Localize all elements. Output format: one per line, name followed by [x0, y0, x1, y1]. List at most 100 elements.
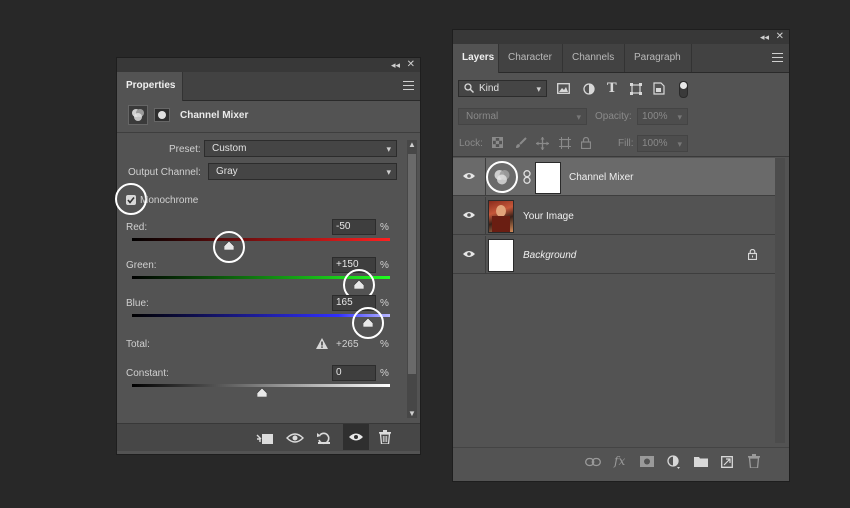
- tab-channels[interactable]: Channels: [563, 44, 625, 72]
- fill-field[interactable]: 100% ▾: [637, 135, 688, 152]
- total-percent: %: [380, 339, 389, 350]
- lock-brush-icon[interactable]: [515, 137, 527, 149]
- trash-icon[interactable]: [379, 430, 391, 444]
- blend-mode-value: Normal: [466, 111, 499, 122]
- constant-percent: %: [380, 368, 389, 379]
- blue-thumb-highlight-circle: [352, 307, 384, 339]
- properties-panel: ◂◂ ✕ Properties Channel Mixer Preset: Cu…: [115, 57, 421, 455]
- eye-icon[interactable]: [463, 211, 475, 219]
- lock-artboard-icon[interactable]: [559, 137, 571, 149]
- shape-filter-icon[interactable]: [630, 83, 642, 95]
- layers-list: Channel Mixer Your Image Background: [453, 158, 775, 458]
- red-label: Red:: [126, 222, 148, 233]
- your-image-thumbnail[interactable]: [488, 200, 514, 233]
- type-filter-icon[interactable]: T: [607, 81, 617, 96]
- opacity-field[interactable]: 100% ▾: [637, 108, 688, 125]
- output-channel-label: Output Channel:: [128, 167, 201, 178]
- eye-icon[interactable]: [349, 432, 363, 442]
- preset-label: Preset:: [169, 144, 201, 155]
- adjustment-filter-icon[interactable]: [583, 83, 595, 95]
- collapse-icon[interactable]: ◂◂: [391, 59, 400, 71]
- opacity-value: 100%: [642, 111, 668, 122]
- lock-all-icon[interactable]: [581, 137, 591, 149]
- constant-slider-track[interactable]: [132, 384, 390, 387]
- view-previous-state-icon[interactable]: [286, 431, 304, 445]
- search-icon: [464, 83, 474, 93]
- layer-row-channel-mixer[interactable]: Channel Mixer: [453, 158, 775, 196]
- header-divider: [117, 132, 420, 133]
- red-value-field[interactable]: -50: [332, 219, 376, 235]
- new-group-icon[interactable]: [694, 456, 708, 467]
- close-icon[interactable]: ✕: [407, 59, 415, 71]
- output-channel-value: Gray: [216, 166, 238, 177]
- scroll-down-arrow[interactable]: ▼: [408, 409, 416, 418]
- monochrome-label: Monochrome: [140, 195, 199, 206]
- layers-panel: ◂◂ ✕ Layers Character Channels Paragraph…: [452, 29, 790, 482]
- adjustment-icon-highlight-circle: [486, 161, 518, 193]
- eye-icon[interactable]: [463, 172, 475, 180]
- panel-menu-icon[interactable]: [772, 53, 783, 62]
- layers-button-bar: fx: [453, 447, 789, 475]
- chevron-down-icon: ▾: [386, 144, 391, 154]
- smart-object-filter-icon[interactable]: [653, 82, 665, 95]
- properties-scrollbar[interactable]: ▲ ▼: [407, 140, 417, 418]
- blue-slider-track[interactable]: [132, 314, 390, 317]
- tab-properties[interactable]: Properties: [117, 72, 183, 101]
- preset-value: Custom: [212, 143, 247, 154]
- image-filter-icon[interactable]: [557, 83, 570, 94]
- layer-mask-thumbnail[interactable]: [535, 162, 561, 194]
- layer-row-your-image[interactable]: Your Image: [453, 197, 775, 235]
- chevron-down-icon: ▾: [386, 167, 391, 177]
- layer-name[interactable]: Your Image: [523, 211, 574, 222]
- chevron-down-icon: ▾: [677, 112, 682, 122]
- fill-label: Fill:: [618, 138, 634, 149]
- constant-slider-thumb[interactable]: [257, 388, 267, 397]
- controls-divider: [453, 156, 789, 157]
- output-channel-dropdown[interactable]: Gray ▾: [208, 163, 397, 180]
- blue-percent: %: [380, 298, 389, 309]
- properties-tab-row: Properties: [117, 72, 420, 101]
- add-mask-icon[interactable]: [640, 456, 654, 467]
- link-layers-icon[interactable]: [585, 457, 601, 467]
- layers-tab-row: Layers Character Channels Paragraph: [453, 44, 789, 73]
- filter-kind-dropdown[interactable]: Kind ▾: [458, 80, 547, 97]
- scroll-up-arrow[interactable]: ▲: [408, 140, 416, 149]
- trash-icon[interactable]: [748, 454, 760, 468]
- panel-menu-icon[interactable]: [403, 81, 414, 90]
- panel-title: Channel Mixer: [180, 110, 249, 121]
- layer-row-background[interactable]: Background: [453, 236, 775, 274]
- fill-value: 100%: [642, 138, 668, 149]
- filter-toggle-switch[interactable]: [679, 81, 688, 98]
- tab-character[interactable]: Character: [499, 44, 563, 72]
- green-label: Green:: [126, 260, 157, 271]
- tab-layers[interactable]: Layers: [453, 44, 499, 73]
- eye-icon[interactable]: [463, 250, 475, 258]
- layer-mask-icon[interactable]: [154, 108, 170, 122]
- layers-scrollbar[interactable]: [775, 158, 785, 443]
- constant-value-field[interactable]: 0: [332, 365, 376, 381]
- close-icon[interactable]: ✕: [776, 31, 784, 43]
- preset-dropdown[interactable]: Custom ▾: [204, 140, 397, 157]
- collapse-icon[interactable]: ◂◂: [760, 31, 769, 43]
- row-divider: [485, 236, 486, 274]
- layer-style-fx-icon[interactable]: fx: [614, 454, 625, 468]
- lock-transparent-icon[interactable]: [492, 137, 503, 148]
- layer-name[interactable]: Channel Mixer: [569, 172, 633, 183]
- lock-label: Lock:: [459, 138, 483, 149]
- link-icon[interactable]: [523, 170, 531, 184]
- new-layer-icon[interactable]: [721, 456, 733, 468]
- adjustment-icon: [128, 105, 148, 125]
- background-thumbnail[interactable]: [488, 239, 514, 272]
- tab-paragraph[interactable]: Paragraph: [625, 44, 692, 72]
- red-thumb-highlight-circle: [213, 231, 245, 263]
- layer-name[interactable]: Background: [523, 250, 576, 261]
- scroll-thumb[interactable]: [408, 154, 416, 374]
- lock-move-icon[interactable]: [536, 137, 549, 150]
- reset-icon[interactable]: [316, 431, 332, 445]
- clip-to-layer-icon[interactable]: [256, 431, 274, 445]
- row-divider: [485, 197, 486, 235]
- new-adjustment-layer-icon[interactable]: [667, 455, 681, 469]
- properties-button-bar: [117, 423, 420, 451]
- blend-mode-dropdown[interactable]: Normal ▾: [458, 108, 587, 125]
- red-slider-track[interactable]: [132, 238, 390, 241]
